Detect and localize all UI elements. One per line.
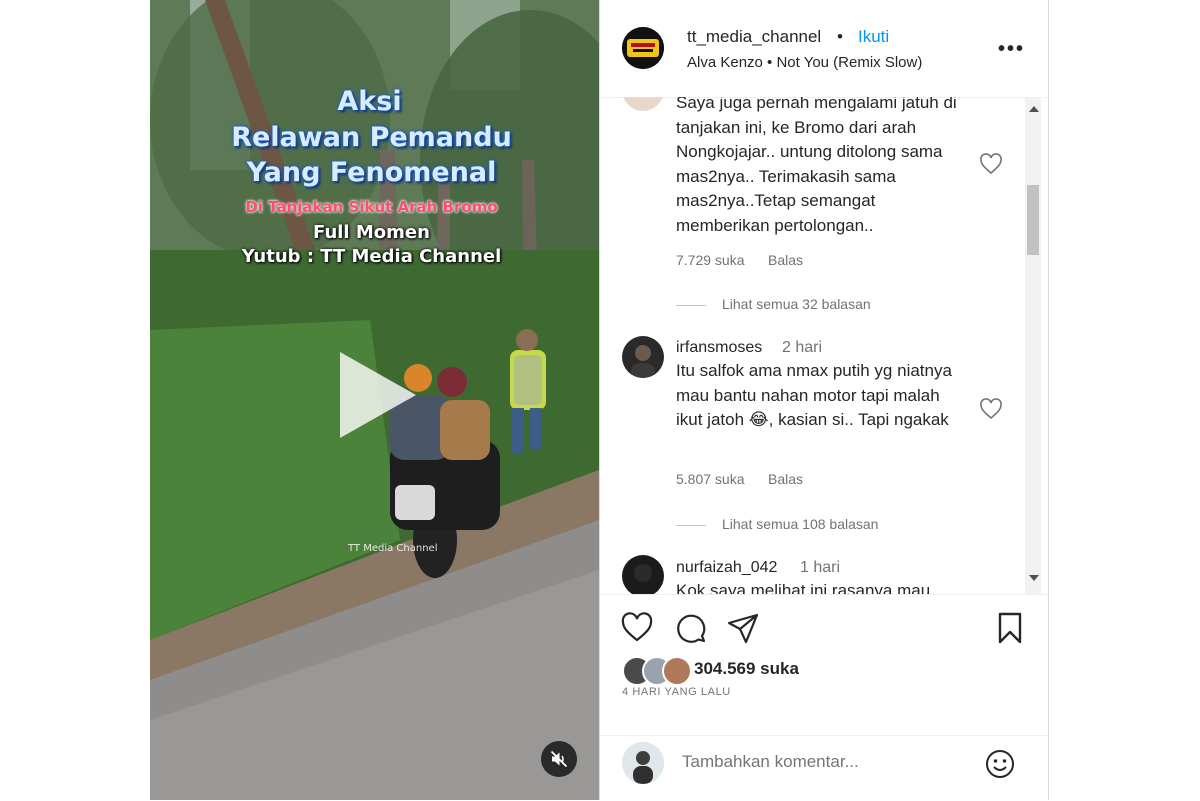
play-icon[interactable] [340,352,416,438]
commenter-avatar[interactable] [622,97,664,111]
comment-reply-button[interactable]: Balas [768,252,803,268]
add-comment-input[interactable] [682,752,962,772]
comments-list[interactable]: Saya juga pernah mengalami jatuh di tanj… [600,97,1048,594]
video-overlay-title-line: Aksi [337,86,402,117]
paper-plane-icon[interactable] [726,611,760,645]
commenter-avatar[interactable] [622,336,664,378]
post-actions-bar: 304.569 suka 4 HARI YANG LALU [600,594,1048,735]
audio-track-link[interactable]: Alva Kenzo • Not You (Remix Slow) [687,54,922,71]
video-overlay-title-line: Relawan Pemandu [231,122,512,153]
post-date[interactable]: 4 HARI YANG LALU [622,686,731,698]
comment-text: Saya juga pernah mengalami jatuh di tanj… [676,97,957,235]
comment-like-heart-icon[interactable] [979,398,1003,420]
more-options-icon[interactable]: ••• [998,38,1025,61]
likes-summary[interactable]: 304.569 suka [622,656,922,686]
total-likes-count[interactable]: 304.569 suka [694,659,799,679]
view-replies-link[interactable]: Lihat semua 108 balasan [676,516,878,532]
video-overlay-subtitle: Di Tanjakan Sikut Arah Bromo [245,198,498,216]
heart-icon[interactable] [620,611,654,645]
video-overlay-title-line: Yang Fenomenal [246,157,497,188]
comment-like-count[interactable]: 5.807 suka [676,471,745,487]
comment-text: Itu salfok ama nmax putih yg niatnya mau… [676,361,952,429]
comment-like-count[interactable]: 7.729 suka [676,252,745,268]
author-username[interactable]: tt_media_channel [687,27,821,47]
bookmark-icon[interactable] [993,611,1027,645]
reel-video-player[interactable]: Aksi Relawan Pemandu Yang Fenomenal Di T… [150,0,599,800]
follow-button[interactable]: Ikuti [858,27,889,47]
comment-text: Kok saya melihat ini rasanya mau [676,581,931,594]
divider [676,304,706,306]
scrollbar-thumb[interactable] [1027,185,1039,255]
comment-bubble-icon[interactable] [674,611,708,645]
divider [676,524,706,526]
video-overlay-caption: Yutub : TT Media Channel [241,246,502,267]
post-header: tt_media_channel • Ikuti Alva Kenzo • No… [600,0,1048,98]
comments-scrollbar[interactable] [1025,97,1041,594]
scroll-down-arrow-icon[interactable] [1029,575,1039,581]
commenter-username[interactable]: irfansmoses [676,339,762,357]
comment-timestamp: 2 hari [782,339,823,356]
current-user-avatar [622,742,664,784]
muted-speaker-icon[interactable] [541,741,577,777]
separator-dot: • [837,27,843,46]
commenter-username[interactable]: nurfaizah_042 [676,559,777,577]
liker-avatar [662,656,692,686]
scroll-up-arrow-icon[interactable] [1029,106,1039,112]
video-watermark: TT Media Channel [348,543,438,554]
comment-timestamp: 1 hari [800,559,841,576]
post-side-panel: tt_media_channel • Ikuti Alva Kenzo • No… [599,0,1049,800]
commenter-avatar[interactable] [622,555,664,594]
video-overlay-caption: Full Momen [313,222,430,243]
view-replies-link[interactable]: Lihat semua 32 balasan [676,296,871,312]
author-avatar[interactable] [622,27,664,69]
smiley-icon[interactable] [984,748,1016,780]
comment-reply-button[interactable]: Balas [768,471,803,487]
comment-like-heart-icon[interactable] [979,153,1003,175]
view-replies-label[interactable]: Lihat semua 32 balasan [722,296,871,312]
add-comment-bar [600,735,1048,801]
view-replies-label[interactable]: Lihat semua 108 balasan [722,516,878,532]
